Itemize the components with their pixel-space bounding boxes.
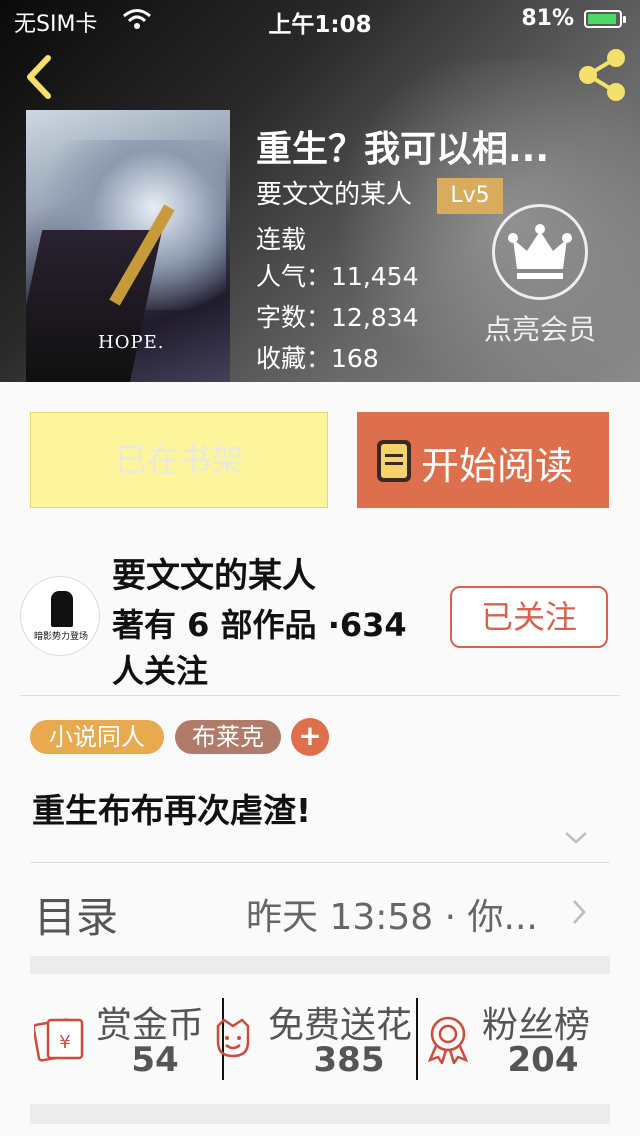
crown-icon xyxy=(508,224,572,279)
free-flower-value: 385 xyxy=(313,1040,385,1080)
vip-button[interactable]: 点亮会员 xyxy=(470,204,620,354)
fan-ranking-value: 204 xyxy=(507,1040,579,1080)
book-status: 连载 xyxy=(256,225,307,254)
section-separator xyxy=(30,956,610,974)
battery-icon xyxy=(584,10,626,28)
in-shelf-button[interactable]: 已在书架 xyxy=(30,412,328,508)
tag-blake[interactable]: 布莱克 xyxy=(175,720,281,754)
medal-icon xyxy=(427,1016,469,1064)
vip-label: 点亮会员 xyxy=(483,313,596,346)
popularity-row: 人气：11,454 xyxy=(256,257,419,293)
divider xyxy=(416,998,418,1080)
chevron-down-icon[interactable] xyxy=(563,830,589,846)
avatar-caption: 暗影势力登场 xyxy=(33,632,88,642)
cover-title: HOPE. xyxy=(98,332,165,353)
status-bar: 无SIM卡 上午1:08 81% xyxy=(0,0,640,40)
book-author[interactable]: 要文文的某人 xyxy=(256,174,412,211)
author-avatar[interactable]: 暗影势力登场 xyxy=(20,576,100,656)
book-header: 无SIM卡 上午1:08 81% HOPE. 重生？我可以相... 要文文的某人… xyxy=(0,0,640,382)
book-title: 重生？我可以相... xyxy=(256,129,550,170)
share-button[interactable] xyxy=(576,46,630,104)
word-count-row: 字数：12,834 xyxy=(256,298,419,334)
follow-button[interactable]: 已关注 xyxy=(450,586,608,648)
book-cover[interactable]: HOPE. xyxy=(26,110,230,382)
author-name[interactable]: 要文文的某人 xyxy=(112,548,316,597)
svg-text:¥: ¥ xyxy=(59,1032,70,1053)
start-reading-button[interactable]: 开始阅读 xyxy=(357,412,609,508)
latest-update[interactable]: 昨天 13:58 · 你... xyxy=(246,888,566,940)
divider xyxy=(30,862,610,863)
start-reading-label: 开始阅读 xyxy=(421,444,574,488)
word-count-label: 字数： xyxy=(256,303,332,332)
flower-icon xyxy=(216,1018,250,1058)
battery-percent: 81% xyxy=(521,6,574,31)
chevron-right-icon[interactable] xyxy=(570,898,588,926)
toc-label[interactable]: 目录 xyxy=(34,884,118,945)
section-separator xyxy=(30,1104,610,1124)
author-works-info: 著有 6 部作品 ·634 人关注 xyxy=(112,606,407,690)
popularity-value: 11,454 xyxy=(331,262,419,291)
book-summary: 重生布布再次虐渣! xyxy=(32,791,312,830)
favorites-label: 收藏： xyxy=(256,344,332,373)
divider xyxy=(20,695,620,696)
back-button[interactable] xyxy=(18,52,62,102)
favorites-value: 168 xyxy=(331,344,379,373)
popularity-label: 人气： xyxy=(256,262,332,291)
word-count-value: 12,834 xyxy=(331,303,419,332)
book-icon xyxy=(377,440,411,482)
vip-circle xyxy=(492,204,588,300)
red-envelope-icon: ¥ xyxy=(34,1018,84,1062)
coin-reward-value: 54 xyxy=(131,1040,179,1080)
favorites-row: 收藏：168 xyxy=(256,339,379,375)
add-tag-button[interactable]: + xyxy=(291,718,329,756)
tag-novel-fanfic[interactable]: 小说同人 xyxy=(30,720,164,754)
